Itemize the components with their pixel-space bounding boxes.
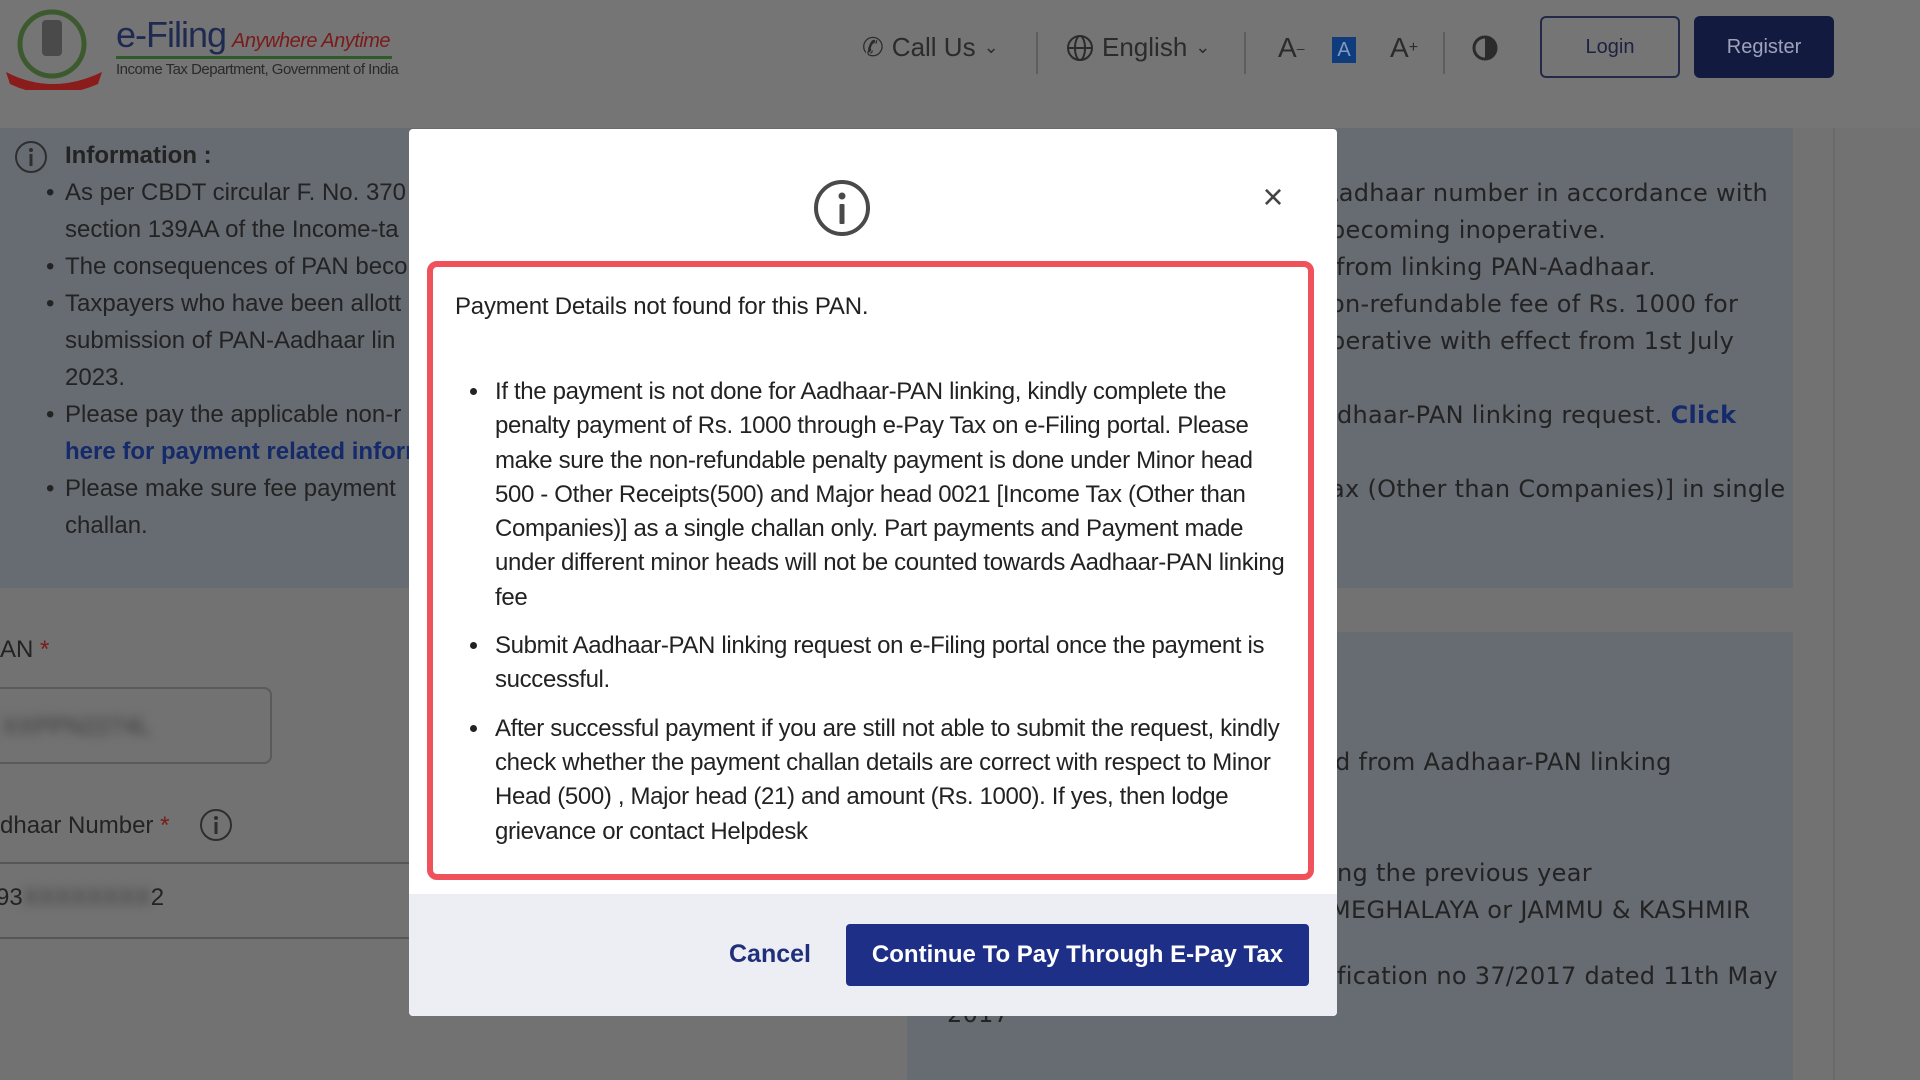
required-mark: * — [40, 636, 50, 663]
bullet: • — [46, 475, 55, 502]
contrast-toggle-icon[interactable] — [1472, 34, 1498, 62]
info-line: As per CBDT circular F. No. 370 — [65, 179, 407, 206]
info-line: MEGHALAYA or JAMMU & KASHMIR — [1330, 896, 1751, 924]
aadhaar-label-text: dhaar Number — [0, 812, 154, 839]
info-line: challan. — [65, 512, 148, 539]
info-line: 2023. — [65, 364, 126, 391]
globe-icon — [1067, 34, 1093, 61]
info-icon — [814, 180, 870, 236]
chevron-down-icon: ⌄ — [983, 37, 999, 57]
bullet: • — [46, 253, 55, 280]
site-header: e-Filing Anywhere Anytime Income Tax Depa… — [0, 0, 1920, 128]
bullet: • — [46, 290, 55, 317]
aadhaar-value: 2 — [150, 884, 165, 911]
language-dropdown[interactable]: English ⌄ — [1066, 32, 1210, 63]
close-icon[interactable]: × — [1255, 179, 1291, 215]
instruction-list: If the payment is not done for Aadhaar-P… — [491, 375, 1291, 863]
pan-value: XXPPN2274L — [2, 713, 151, 740]
info-line-text: adhaar-PAN linking request. — [1322, 401, 1663, 429]
divider — [0, 937, 409, 939]
info-line: Taxpayers who have been allott — [65, 290, 402, 317]
info-line: from linking PAN-Aadhaar. — [1336, 253, 1656, 281]
pan-label: AN * — [0, 636, 49, 664]
department-name: Income Tax Department, Government of Ind… — [116, 61, 399, 78]
font-increase-icon: A — [1390, 32, 1409, 63]
font-default-button[interactable]: A — [1332, 37, 1356, 63]
bullet: • — [46, 179, 55, 206]
aadhaar-value-masked: XXXXXXXX — [22, 884, 151, 911]
info-line: Please pay the applicable non-r — [65, 401, 402, 428]
info-line: submission of PAN-Aadhaar lin — [65, 327, 396, 354]
call-us-dropdown[interactable]: ✆ Call Us ⌄ — [862, 32, 999, 63]
required-mark: * — [160, 812, 170, 839]
divider — [1443, 32, 1445, 74]
cancel-button[interactable]: Cancel — [705, 930, 835, 978]
phone-icon: ✆ — [862, 32, 884, 62]
info-line: on-refundable fee of Rs. 1000 for — [1330, 290, 1739, 318]
login-button[interactable]: Login — [1540, 16, 1680, 78]
list-item: After successful payment if you are stil… — [491, 712, 1291, 849]
info-line: becoming inoperative. — [1330, 216, 1607, 244]
info-line: section 139AA of the Income-ta — [65, 216, 399, 243]
list-item: If the payment is not done for Aadhaar-P… — [491, 375, 1291, 615]
aadhaar-label: dhaar Number * — [0, 812, 169, 840]
divider — [1036, 32, 1038, 74]
brand-tagline: Anywhere Anytime — [232, 30, 391, 52]
info-line: The consequences of PAN beco — [65, 253, 408, 280]
language-label: English — [1102, 32, 1188, 62]
info-line: Please make sure fee payment — [65, 475, 396, 502]
bullet: • — [46, 401, 55, 428]
pan-input[interactable]: XXPPN2274L — [0, 687, 272, 764]
register-button[interactable]: Register — [1694, 16, 1834, 78]
divider — [0, 862, 409, 864]
info-icon — [15, 141, 47, 173]
font-decrease-icon: A — [1278, 32, 1297, 63]
font-decrease-button[interactable]: A – — [1278, 32, 1304, 64]
info-line: adhaar-PAN linking request. Click — [1322, 401, 1736, 429]
payment-details-modal: × Payment Details not found for this PAN… — [409, 129, 1337, 1016]
divider — [1244, 32, 1246, 74]
click-link[interactable]: Click — [1671, 401, 1737, 429]
aadhaar-input[interactable]: 93XXXXXXXX2 — [0, 884, 164, 912]
info-line: Aadhaar number in accordance with — [1322, 179, 1769, 207]
info-icon[interactable] — [199, 808, 233, 842]
brand-name: e-Filing — [116, 14, 227, 55]
continue-epay-button[interactable]: Continue To Pay Through E-Pay Tax — [846, 924, 1309, 986]
brand-title: e-Filing Anywhere Anytime — [116, 14, 391, 56]
payment-info-link[interactable]: here for payment related inform — [65, 438, 426, 466]
pan-label-text: AN — [0, 636, 34, 663]
info-line: d from Aadhaar-PAN linking — [1335, 748, 1672, 776]
info-line: fication no 37/2017 dated 11th May — [1337, 962, 1779, 990]
income-tax-emblem-logo[interactable] — [2, 6, 106, 90]
info-line: ax (Other than Companies)] in single — [1330, 475, 1786, 503]
message-title: Payment Details not found for this PAN. — [455, 293, 869, 320]
font-default-icon: A — [1337, 39, 1351, 61]
chevron-down-icon: ⌄ — [1195, 37, 1211, 57]
info-line: ng the previous year — [1337, 859, 1592, 887]
brand-divider — [116, 56, 392, 59]
info-line: perative with effect from 1st July — [1330, 327, 1735, 355]
call-us-label: Call Us — [891, 32, 976, 62]
list-item: Submit Aadhaar-PAN linking request on e-… — [491, 629, 1291, 698]
message-box: Payment Details not found for this PAN. … — [427, 261, 1314, 880]
aadhaar-value: 93 — [0, 884, 23, 911]
page-border — [1833, 128, 1835, 1080]
font-increase-button[interactable]: A + — [1390, 32, 1418, 64]
info-heading: Information : — [65, 142, 212, 169]
